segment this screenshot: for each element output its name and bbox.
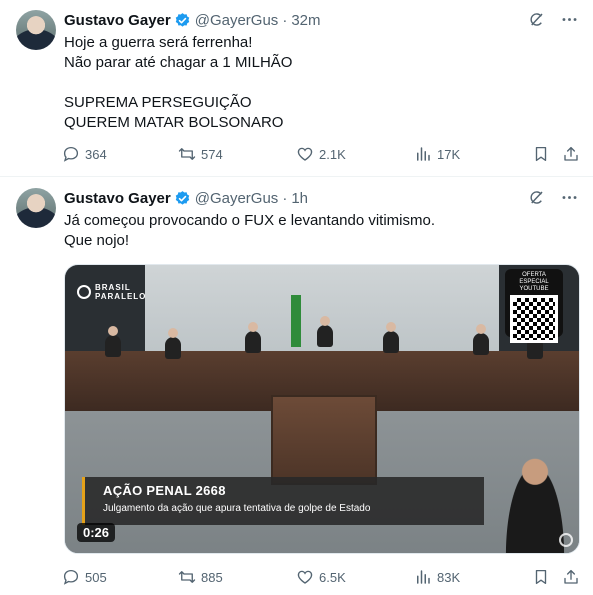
like-button[interactable]: 2.1K [296,145,346,163]
author-handle[interactable]: @GayerGus [195,12,279,29]
tweet-header: Gustavo Gayer @GayerGus · 32m [64,10,321,30]
separator: · [282,189,288,207]
logo-mark [77,285,91,299]
like-count: 2.1K [319,146,346,162]
grok-icon[interactable] [527,10,546,29]
repost-count: 574 [201,146,223,162]
tweet-header: Gustavo Gayer @GayerGus · 1h [64,188,308,208]
repost-icon [178,571,196,583]
avatar[interactable] [16,188,56,228]
tweet-text: Hoje a guerra será ferrenha! Não parar a… [64,33,292,133]
tweet-actions: 364 574 2.1K 17K [62,144,582,164]
reply-count: 505 [85,569,107,585]
tweet-text-line: SUPREMA PERSEGUIÇÃO [64,94,252,111]
more-icon[interactable] [560,10,579,29]
tweet-text-line: Que nojo! [64,232,130,249]
share-icon [564,569,578,584]
separator: · [282,11,288,29]
video-player[interactable]: BRASIL PARALELO OFERTA ESPECIAL YOUTUBE … [64,264,580,554]
tweet-actions: 505 885 6.5K 83K [62,567,582,587]
share-icon [564,146,578,161]
watermark-logo [559,533,573,547]
repost-button[interactable]: 885 [178,568,223,586]
person [105,326,121,357]
qr-caption: OFERTA ESPECIAL [519,272,549,285]
podium [271,395,377,485]
person [473,324,489,355]
share-button[interactable] [562,568,580,586]
person [245,322,261,353]
banner-subtitle: Julgamento da ação que apura tentativa d… [103,503,371,514]
bookmark-button[interactable] [532,145,550,163]
banner-title: AÇÃO PENAL 2668 [103,483,226,498]
bookmark-icon [535,569,547,585]
like-count: 6.5K [319,569,346,585]
bookmark-button[interactable] [532,568,550,586]
tweet[interactable]: Gustavo Gayer @GayerGus · 1h Já começou … [0,178,593,595]
tweet-text-line [64,73,292,93]
brasil-paralelo-logo: BRASIL PARALELO [77,283,146,301]
video-duration: 0:26 [77,523,116,542]
reply-count: 364 [85,146,107,162]
timestamp[interactable]: 32m [291,12,320,29]
tweet-text: Já começou provocando o FUX e levantando… [64,211,435,251]
repost-icon [178,148,196,160]
person [317,316,333,347]
tweet-text-line: QUEREM MATAR BOLSONARO [64,114,284,131]
like-icon [297,570,313,584]
tweet-text-line: Hoje a guerra será ferrenha! [64,34,253,51]
timestamp[interactable]: 1h [291,190,308,207]
share-button[interactable] [562,145,580,163]
reply-icon [63,146,79,162]
person [383,322,399,353]
logo-line: BRASIL [95,283,131,292]
like-button[interactable]: 6.5K [296,568,346,586]
views-count: 83K [437,569,461,585]
qr-code [510,295,558,343]
verified-badge-icon [175,190,189,205]
lower-third-banner: AÇÃO PENAL 2668 Julgamento da ação que a… [82,477,484,525]
person [165,328,181,359]
views-button[interactable]: 17K [414,145,460,163]
views-icon [417,147,430,161]
views-button[interactable]: 83K [414,568,460,586]
author-handle[interactable]: @GayerGus [195,190,279,207]
qr-promo: OFERTA ESPECIAL YOUTUBE [505,269,563,343]
author-name[interactable]: Gustavo Gayer [64,190,171,207]
grok-icon[interactable] [527,188,546,207]
tweet-text-line: Já começou provocando o FUX e levantando… [64,212,436,229]
more-icon[interactable] [560,188,579,207]
tweet-top-icons [527,188,579,207]
tweet-top-icons [527,10,579,29]
reply-button[interactable]: 505 [62,568,107,586]
repost-button[interactable]: 574 [178,145,223,163]
tweet[interactable]: Gustavo Gayer @GayerGus · 32m Hoje a gue… [0,0,593,177]
like-icon [297,147,313,161]
reply-icon [63,569,79,585]
qr-caption: YOUTUBE [519,286,549,292]
views-count: 17K [437,146,461,162]
views-icon [417,570,430,584]
reply-button[interactable]: 364 [62,145,107,163]
flag [291,295,301,347]
bookmark-icon [535,146,547,162]
author-name[interactable]: Gustavo Gayer [64,12,171,29]
logo-line: PARALELO [95,292,147,301]
verified-badge-icon [175,12,189,27]
tweet-text-line: Não parar até chagar a 1 MILHÃO [64,54,293,71]
avatar[interactable] [16,10,56,50]
repost-count: 885 [201,569,223,585]
